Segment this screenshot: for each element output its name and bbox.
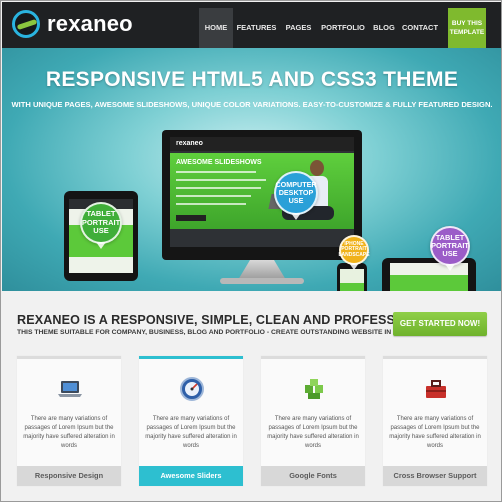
- get-started-button[interactable]: GET STARTED NOW!: [393, 312, 487, 336]
- feature-label: Awesome Sliders: [139, 466, 243, 486]
- main-menu: HOME FEATURES PAGES PORTFOLIO BLOG CONTA…: [199, 8, 441, 48]
- hero-title: RESPONSIVE HTML5 AND CSS3 THEME: [45, 68, 459, 91]
- brand-name: rexaneo: [47, 11, 133, 36]
- hero-banner: RESPONSIVE HTML5 AND CSS3 THEME WITH UNI…: [2, 48, 501, 291]
- bubble-computer-desktop: COMPUTER DESKTOP USE: [274, 171, 318, 220]
- laptop-icon: [58, 381, 82, 397]
- nav-item-home[interactable]: HOME: [199, 8, 233, 48]
- feature-card-responsive[interactable]: There are many variations of passages of…: [17, 356, 121, 486]
- nav-item-features[interactable]: FEATURES: [233, 8, 280, 48]
- bubble-tablet-right: TABLET PORTRAIT USE: [430, 226, 470, 271]
- logo-icon: [12, 10, 40, 38]
- toolbox-icon: [426, 380, 446, 398]
- buy-template-button[interactable]: BUY THIS TEMPLATE: [448, 8, 486, 48]
- brand-logo[interactable]: rexaneo: [12, 10, 133, 38]
- intro-subtitle: THIS THEME SUITABLE FOR COMPANY, BUSINES…: [17, 329, 426, 336]
- screen-logo: rexaneo: [176, 140, 203, 147]
- feature-label: Google Fonts: [261, 466, 365, 486]
- feature-label: Responsive Design: [17, 466, 121, 486]
- nav-item-portfolio[interactable]: PORTFOLIO: [317, 8, 369, 48]
- screen-title: AWESOME SLIDESHOWS: [176, 159, 262, 166]
- bubble-tablet-portrait: TABLET PORTRAIT USE: [80, 202, 122, 249]
- feature-text: There are many variations of passages of…: [389, 416, 481, 449]
- monitor-stand: [238, 260, 286, 280]
- nav-item-contact[interactable]: CONTACT: [399, 8, 441, 48]
- monitor-base: [220, 278, 304, 284]
- tablet-landscape-image: [382, 258, 476, 291]
- bubble-iphone: IPHONE PORTRAIT LANDSCAPE: [338, 235, 370, 270]
- page-frame: rexaneo HOME FEATURES PAGES PORTFOLIO BL…: [0, 0, 502, 502]
- top-navbar: rexaneo HOME FEATURES PAGES PORTFOLIO BL…: [2, 2, 501, 48]
- feature-card-sliders[interactable]: There are many variations of passages of…: [139, 356, 243, 486]
- person-head: [310, 160, 324, 176]
- buy-line-2: TEMPLATE: [449, 29, 485, 36]
- feature-card-fonts[interactable]: There are many variations of passages of…: [261, 356, 365, 486]
- feature-card-browser[interactable]: There are many variations of passages of…: [383, 356, 487, 486]
- desktop-monitor-image: rexaneo AWESOME SLIDESHOWS: [162, 130, 362, 260]
- feature-text: There are many variations of passages of…: [145, 416, 237, 449]
- feature-label: Cross Browser Support: [383, 466, 487, 486]
- nav-item-pages[interactable]: PAGES: [280, 8, 317, 48]
- hero-subtitle: WITH UNIQUE PAGES, AWESOME SLIDESHOWS, U…: [11, 100, 493, 109]
- puzzle-icon: [305, 379, 323, 399]
- nav-item-blog[interactable]: BLOG: [369, 8, 399, 48]
- speedometer-icon: [180, 377, 204, 401]
- intro-title: REXANEO IS A RESPONSIVE, SIMPLE, CLEAN A…: [17, 313, 435, 327]
- feature-cards: There are many variations of passages of…: [17, 356, 487, 486]
- feature-text: There are many variations of passages of…: [23, 416, 115, 449]
- buy-line-1: BUY THIS: [451, 20, 483, 27]
- feature-text: There are many variations of passages of…: [267, 416, 359, 449]
